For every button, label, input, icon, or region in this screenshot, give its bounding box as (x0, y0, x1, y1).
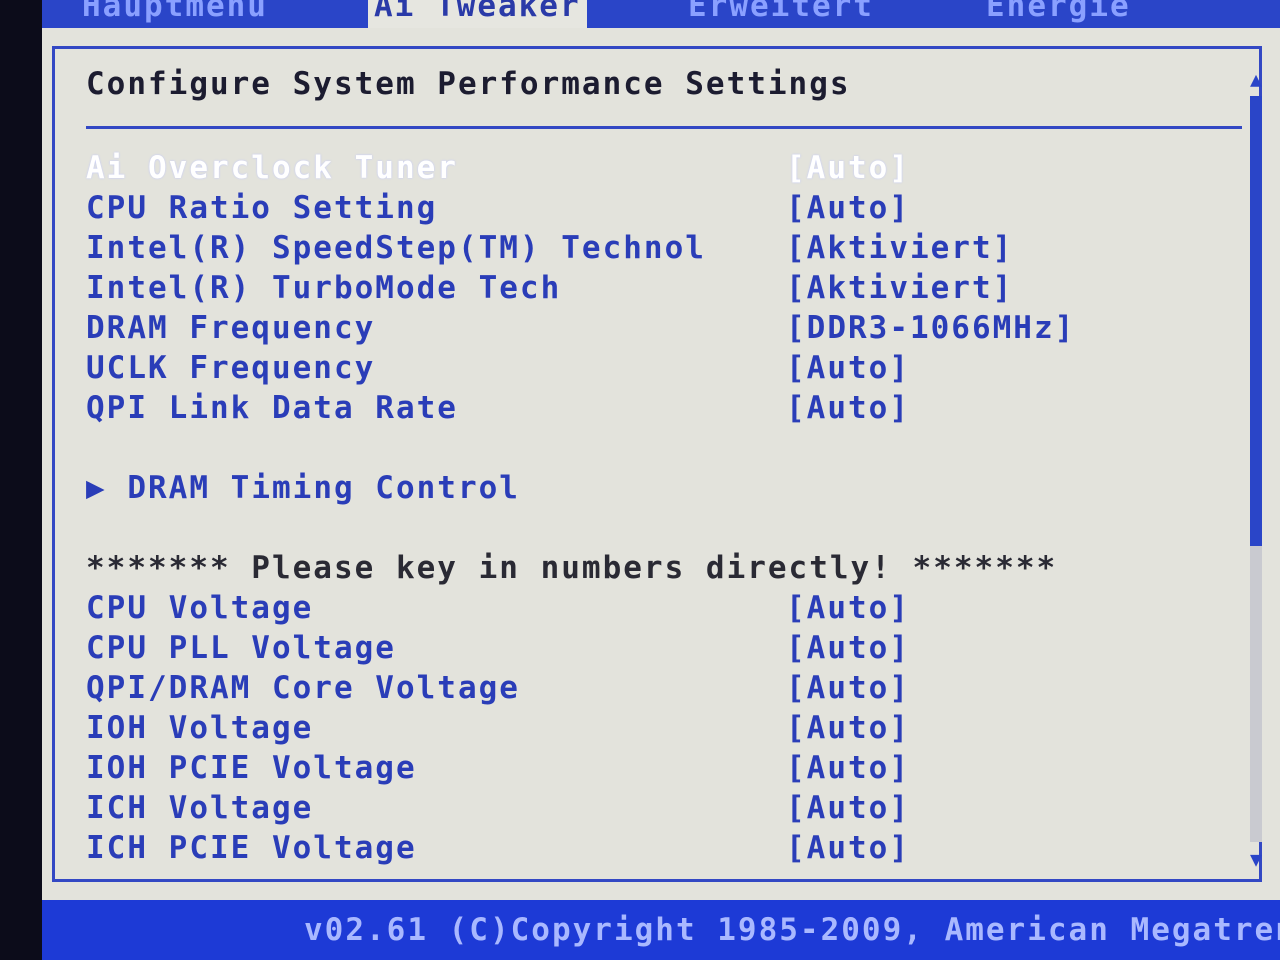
tab-hauptmenu[interactable]: Hauptmenu (82, 0, 268, 24)
setting-value[interactable]: [Aktiviert] (786, 228, 1013, 268)
setting-value[interactable]: [Auto] (786, 188, 910, 228)
scroll-up-icon[interactable]: ▲ (1244, 66, 1268, 92)
submenu-label: DRAM Timing Control (127, 470, 520, 506)
header-divider (86, 126, 1242, 129)
scrollbar[interactable]: ▲ ▼ (1244, 66, 1268, 872)
setting-label: Ai Overclock Tuner (86, 150, 458, 186)
setting-value[interactable]: [DDR3-1066MHz] (786, 308, 1075, 348)
settings-panel: Configure System Performance Settings Ai… (42, 28, 1280, 900)
setting-value[interactable]: [Auto] (786, 668, 910, 708)
setting-label: IOH Voltage (86, 710, 314, 746)
setting-value[interactable]: [Auto] (786, 788, 910, 828)
setting-value[interactable]: [Auto] (786, 148, 910, 188)
scroll-track[interactable] (1250, 96, 1262, 842)
setting-label: ICH PCIE Voltage (86, 830, 417, 866)
setting-label: Intel(R) SpeedStep(TM) Technol (86, 230, 706, 266)
setting-value[interactable]: [Auto] (786, 828, 910, 868)
setting-label: CPU Voltage (86, 590, 314, 626)
footer-bar: v02.61 (C)Copyright 1985-2009, American … (42, 900, 1280, 960)
scroll-down-icon[interactable]: ▼ (1244, 846, 1268, 872)
setting-value[interactable]: [Auto] (786, 388, 910, 428)
setting-label: IOH PCIE Voltage (86, 750, 417, 786)
setting-label: ICH Voltage (86, 790, 314, 826)
setting-label: CPU Ratio Setting (86, 190, 438, 226)
page-title: Configure System Performance Settings (86, 66, 851, 102)
setting-value[interactable]: [Auto] (786, 748, 910, 788)
setting-value[interactable]: [Aktiviert] (786, 268, 1013, 308)
setting-value[interactable]: [Auto] (786, 348, 910, 388)
setting-label: DRAM Frequency (86, 310, 376, 346)
submenu-arrow-icon: ▶ (86, 470, 107, 506)
setting-label: Intel(R) TurboMode Tech (86, 270, 562, 306)
tab-bar: Hauptmenu Ai Tweaker Erweitert Energie (42, 0, 1280, 28)
setting-value[interactable]: [Auto] (786, 708, 910, 748)
setting-label: QPI/DRAM Core Voltage (86, 670, 520, 706)
copyright-text: v02.61 (C)Copyright 1985-2009, American … (304, 912, 1280, 948)
notice-text: ******* Please key in numbers directly! … (86, 550, 1058, 586)
tab-ai-tweaker[interactable]: Ai Tweaker (368, 0, 587, 28)
setting-label: QPI Link Data Rate (86, 390, 458, 426)
tab-energie[interactable]: Energie (986, 0, 1131, 24)
setting-label: CPU PLL Voltage (86, 630, 396, 666)
bios-screen: Hauptmenu Ai Tweaker Erweitert Energie C… (0, 0, 1280, 960)
tab-erweitert[interactable]: Erweitert (688, 0, 874, 24)
setting-value[interactable]: [Auto] (786, 628, 910, 668)
setting-label: UCLK Frequency (86, 350, 376, 386)
setting-value[interactable]: [Auto] (786, 588, 910, 628)
scroll-thumb[interactable] (1250, 96, 1262, 546)
submenu-dram-timing-control[interactable]: ▶ DRAM Timing Control (86, 468, 520, 508)
